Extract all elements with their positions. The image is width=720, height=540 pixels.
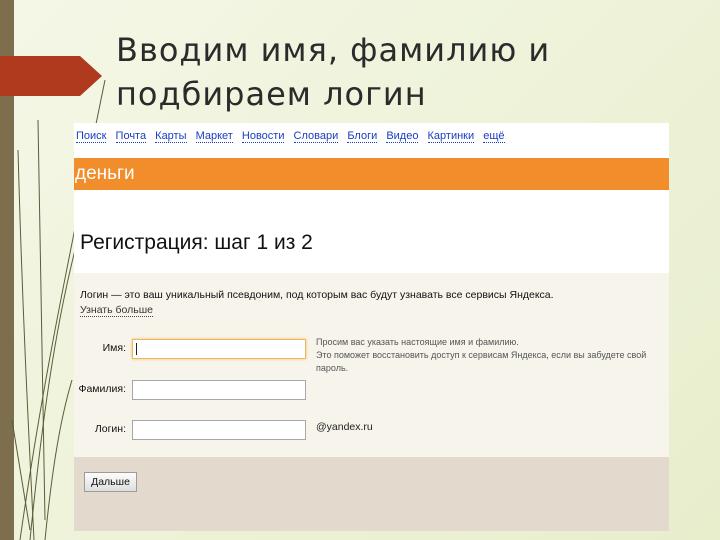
nav-link-news[interactable]: Новости — [241, 130, 285, 143]
slide-arrow-marker — [0, 56, 102, 96]
slide-title-line: Вводим имя, фамилию и — [116, 31, 551, 69]
slide-title-line: подбираем логин — [116, 75, 427, 113]
hint-line: Просим вас указать настоящие имя и фамил… — [316, 337, 519, 347]
nav-link-video[interactable]: Видео — [386, 130, 419, 143]
learn-more-link[interactable]: Узнать больше — [80, 304, 153, 317]
nav-link-dictionaries[interactable]: Словари — [293, 130, 339, 143]
nav-link-mail[interactable]: Почта — [115, 130, 147, 143]
name-label: Имя: — [102, 342, 126, 354]
slide-title: Вводим имя, фамилию и подбираем логин — [116, 28, 696, 116]
service-name[interactable]: деньги — [75, 163, 135, 185]
registration-form: Логин — это ваш уникальный псевдоним, по… — [74, 273, 669, 457]
service-header-bar: деньги — [74, 158, 669, 190]
login-domain-suffix: @yandex.ru — [316, 421, 373, 433]
hint-line: Это поможет восстановить доступ к сервис… — [316, 350, 647, 373]
login-field[interactable] — [132, 420, 306, 440]
nav-link-search[interactable]: Поиск — [76, 130, 107, 143]
surname-label: Фамилия: — [78, 383, 126, 395]
name-field[interactable] — [132, 339, 306, 359]
text-caret — [136, 343, 137, 355]
next-button[interactable]: Дальше — [84, 472, 137, 492]
surname-field[interactable] — [132, 380, 306, 400]
nav-link-market[interactable]: Маркет — [195, 130, 233, 143]
page-heading: Регистрация: шаг 1 из 2 — [80, 231, 313, 254]
nav-link-images[interactable]: Картинки — [427, 130, 475, 143]
name-hint: Просим вас указать настоящие имя и фамил… — [316, 336, 669, 375]
login-label: Логин: — [94, 423, 126, 435]
nav-link-more[interactable]: ещё — [483, 130, 505, 143]
form-footer: Дальше — [74, 457, 669, 531]
registration-page-screenshot: Поиск Почта Карты Маркет Новости Словари… — [74, 123, 669, 531]
nav-link-blogs[interactable]: Блоги — [347, 130, 378, 143]
nav-link-maps[interactable]: Карты — [155, 130, 187, 143]
login-intro-text: Логин — это ваш уникальный псевдоним, по… — [80, 289, 554, 301]
top-nav: Поиск Почта Карты Маркет Новости Словари… — [76, 130, 511, 143]
